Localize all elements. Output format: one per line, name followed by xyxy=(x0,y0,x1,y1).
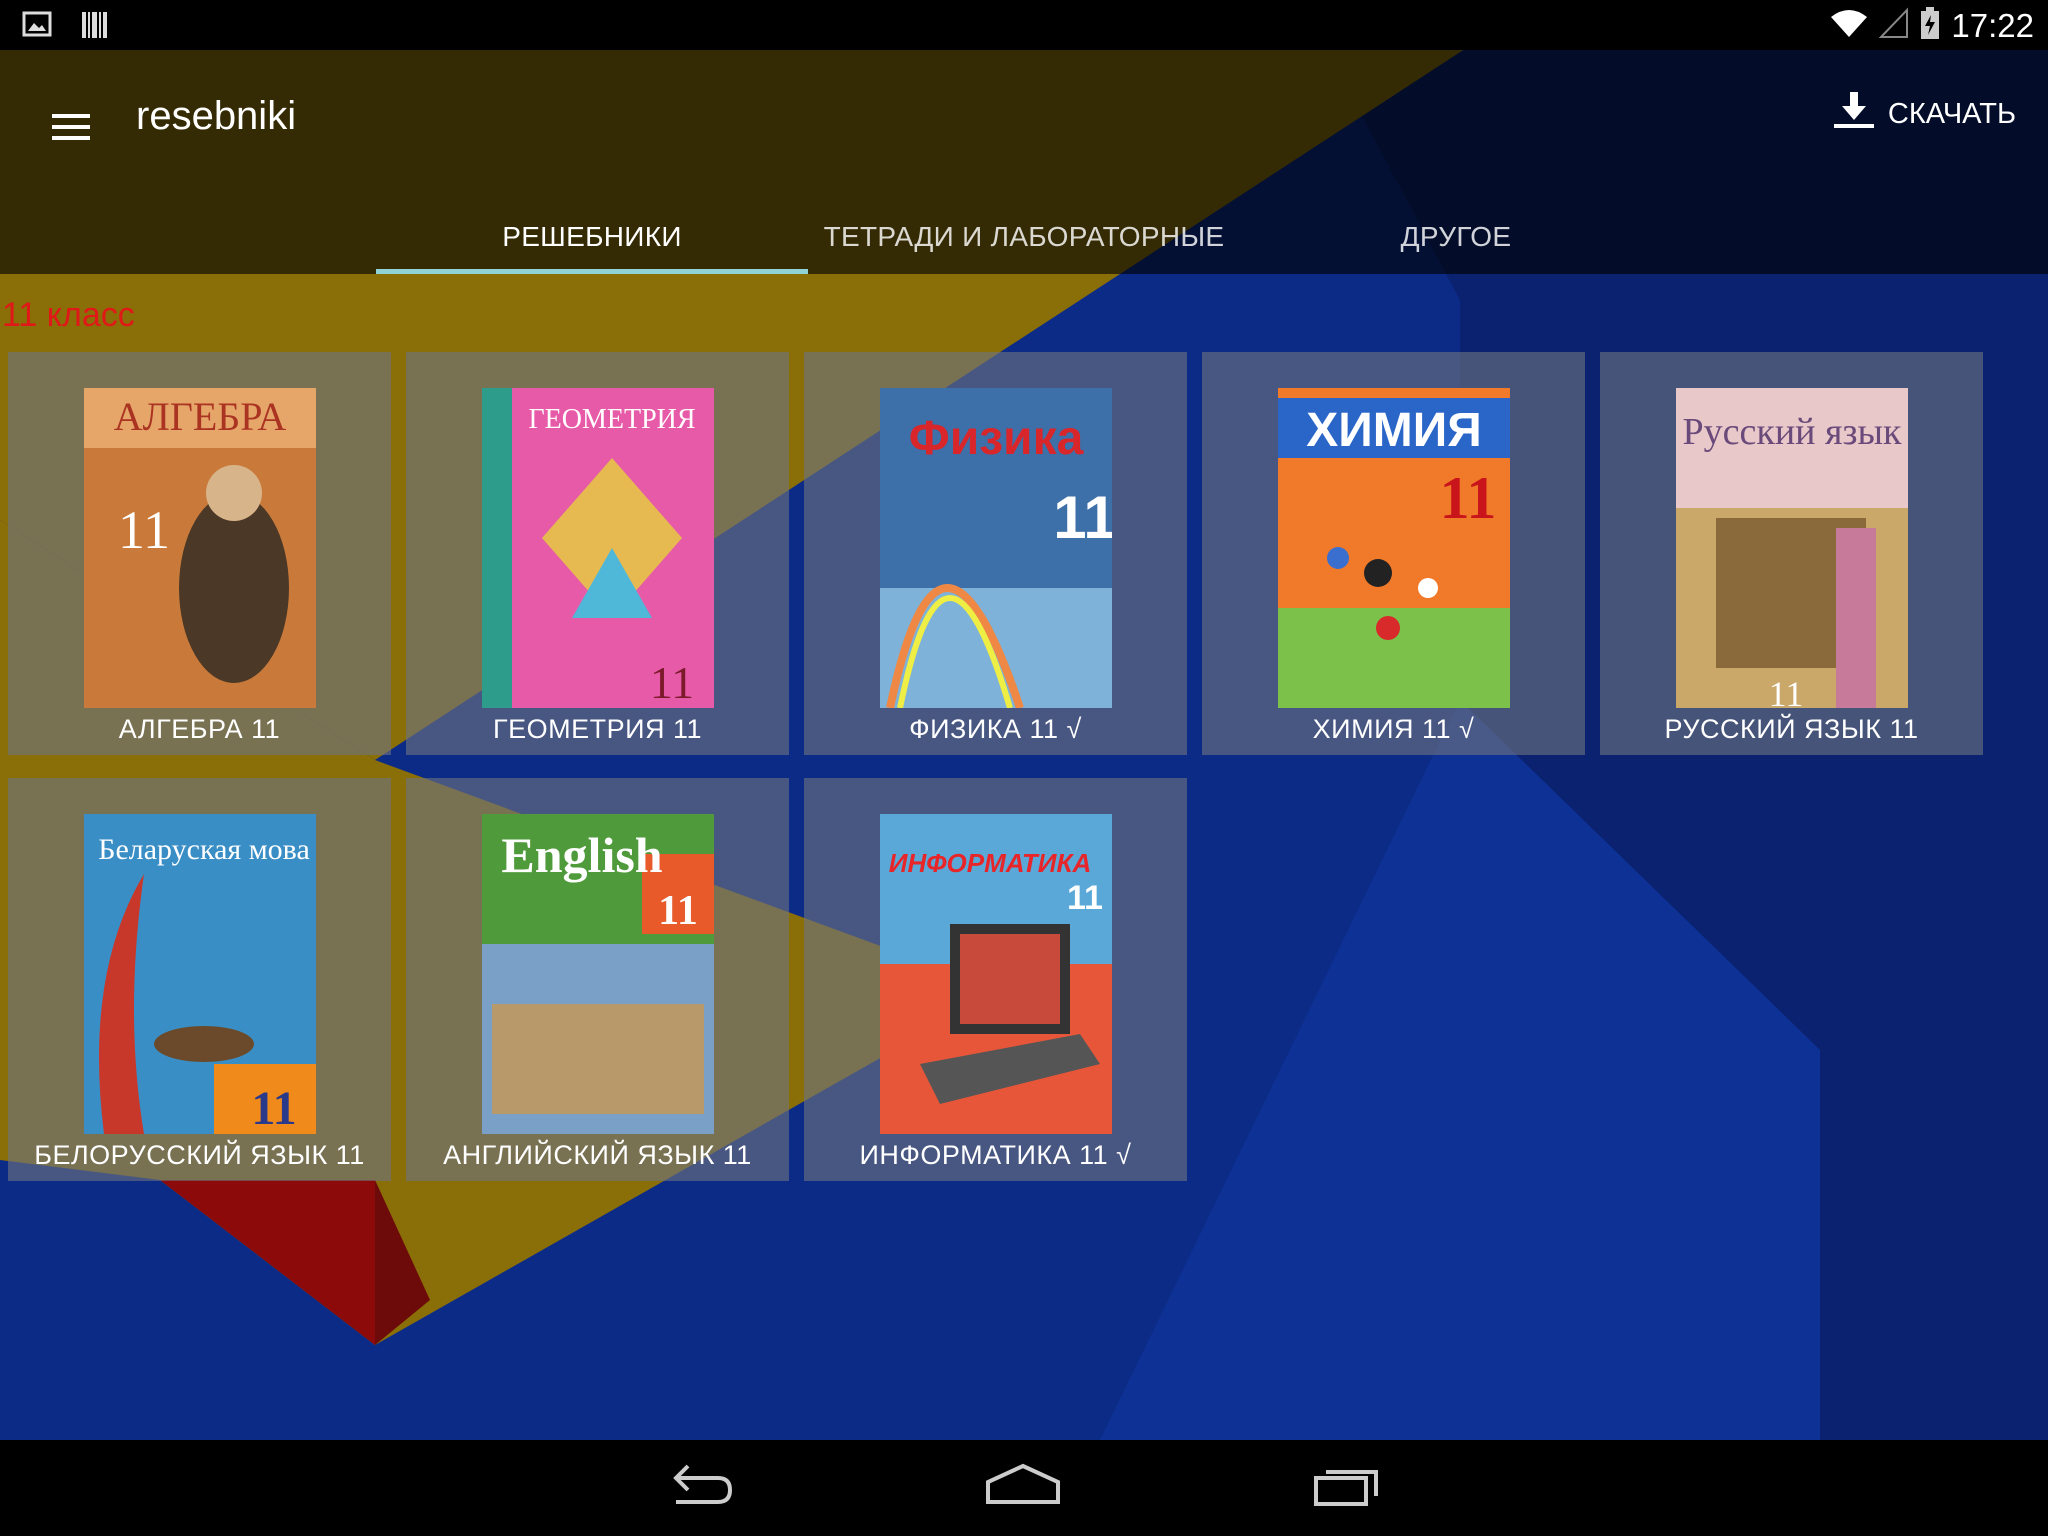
book-title: ГЕОМЕТРИЯ 11 xyxy=(492,714,703,744)
system-nav-bar xyxy=(0,1440,2048,1536)
status-time: 17:22 xyxy=(1951,6,2034,44)
svg-text:English: English xyxy=(501,827,662,883)
battery-charging-icon xyxy=(1919,6,1941,45)
book-cover-image: Русский язык 11 xyxy=(1675,388,1908,708)
status-bar: 17:22 xyxy=(0,0,2048,50)
svg-text:ИНФОРМАТИКА: ИНФОРМАТИКА xyxy=(888,848,1091,878)
download-icon xyxy=(1832,90,1876,138)
svg-text:11: 11 xyxy=(1067,879,1103,917)
barcode-notification-icon xyxy=(80,10,108,45)
svg-text:11: 11 xyxy=(251,1082,296,1134)
book-title: ФИЗИКА 11 √ xyxy=(909,714,1082,744)
app-title: resebniki xyxy=(136,94,297,138)
cellular-signal-icon xyxy=(1879,7,1909,44)
svg-text:ХИМИЯ: ХИМИЯ xyxy=(1306,404,1482,457)
book-title: РУССКИЙ ЯЗЫК 11 xyxy=(1664,714,1919,744)
svg-text:Беларуская мова: Беларуская мова xyxy=(98,833,310,866)
book-title: АЛГЕБРА 11 xyxy=(118,714,281,744)
tab-label: ДРУГОЕ xyxy=(1400,221,1512,252)
book-cover-image: Беларуская мова 11 xyxy=(83,814,316,1134)
hamburger-menu-icon[interactable] xyxy=(36,92,106,162)
book-cover-image: АЛГЕБРА 11 xyxy=(83,388,316,708)
home-icon[interactable] xyxy=(978,1460,1068,1516)
tab-reshebniki[interactable]: РЕШЕБНИКИ xyxy=(376,200,808,274)
svg-text:ГЕОМЕТРИЯ: ГЕОМЕТРИЯ xyxy=(528,404,695,435)
book-title: АНГЛИЙСКИЙ ЯЗЫК 11 xyxy=(443,1140,752,1170)
book-title: ХИМИЯ 11 √ xyxy=(1312,714,1475,744)
svg-text:11: 11 xyxy=(118,500,170,560)
tab-label: ТЕТРАДИ И ЛАБОРАТОРНЫЕ xyxy=(823,221,1225,252)
image-notification-icon xyxy=(22,10,52,45)
book-cover-image: Физика 11 xyxy=(879,388,1112,708)
svg-text:Русский язык: Русский язык xyxy=(1682,411,1902,453)
book-title: ИНФОРМАТИКА 11 √ xyxy=(859,1140,1132,1170)
back-icon[interactable] xyxy=(656,1460,746,1516)
svg-text:11: 11 xyxy=(1768,674,1803,708)
download-label: СКАЧАТЬ xyxy=(1887,97,2016,130)
book-card-english[interactable]: English 11 АНГЛИЙСКИЙ ЯЗЫК 11 xyxy=(406,778,789,1181)
book-title: БЕЛОРУССКИЙ ЯЗЫК 11 xyxy=(34,1140,365,1170)
tab-notebooks-labs[interactable]: ТЕТРАДИ И ЛАБОРАТОРНЫЕ xyxy=(808,200,1240,274)
download-button[interactable]: СКАЧАТЬ xyxy=(1832,90,2016,138)
recent-apps-icon[interactable] xyxy=(1302,1460,1392,1516)
book-card-algebra[interactable]: АЛГЕБРА 11 АЛГЕБРА 11 xyxy=(8,352,391,755)
app-bar: resebniki СКАЧАТЬ РЕШЕБНИКИ ТЕТРАДИ И ЛА… xyxy=(0,50,2048,274)
book-cover-image: ХИМИЯ 11 xyxy=(1277,388,1510,708)
tab-bar: РЕШЕБНИКИ ТЕТРАДИ И ЛАБОРАТОРНЫЕ ДРУГОЕ xyxy=(376,200,1672,274)
book-cover-image: English 11 xyxy=(481,814,714,1134)
tab-other[interactable]: ДРУГОЕ xyxy=(1240,200,1672,274)
book-grid: АЛГЕБРА 11 АЛГЕБРА 11 ГЕОМЕТРИЯ 11 ГЕОМЕ… xyxy=(8,352,1988,1181)
svg-text:11: 11 xyxy=(658,888,698,934)
book-card-physics[interactable]: Физика 11 ФИЗИКА 11 √ xyxy=(804,352,1187,755)
book-cover-image: ГЕОМЕТРИЯ 11 xyxy=(481,388,714,708)
svg-text:11: 11 xyxy=(1439,465,1496,531)
tab-label: РЕШЕБНИКИ xyxy=(502,221,682,252)
section-title: 11 класс xyxy=(2,296,135,334)
book-card-informatics[interactable]: ИНФОРМАТИКА 11 ИНФОРМАТИКА 11 √ xyxy=(804,778,1187,1181)
wifi-icon xyxy=(1829,7,1869,44)
book-card-belarusian[interactable]: Беларуская мова 11 БЕЛОРУССКИЙ ЯЗЫК 11 xyxy=(8,778,391,1181)
svg-text:11: 11 xyxy=(649,657,693,708)
book-card-chemistry[interactable]: ХИМИЯ 11 ХИМИЯ 11 √ xyxy=(1202,352,1585,755)
svg-text:АЛГЕБРА: АЛГЕБРА xyxy=(113,394,286,439)
book-card-russian[interactable]: Русский язык 11 РУССКИЙ ЯЗЫК 11 xyxy=(1600,352,1983,755)
book-card-geometry[interactable]: ГЕОМЕТРИЯ 11 ГЕОМЕТРИЯ 11 xyxy=(406,352,789,755)
svg-text:11: 11 xyxy=(1053,484,1112,551)
svg-text:Физика: Физика xyxy=(908,412,1083,465)
book-cover-image: ИНФОРМАТИКА 11 xyxy=(879,814,1112,1134)
